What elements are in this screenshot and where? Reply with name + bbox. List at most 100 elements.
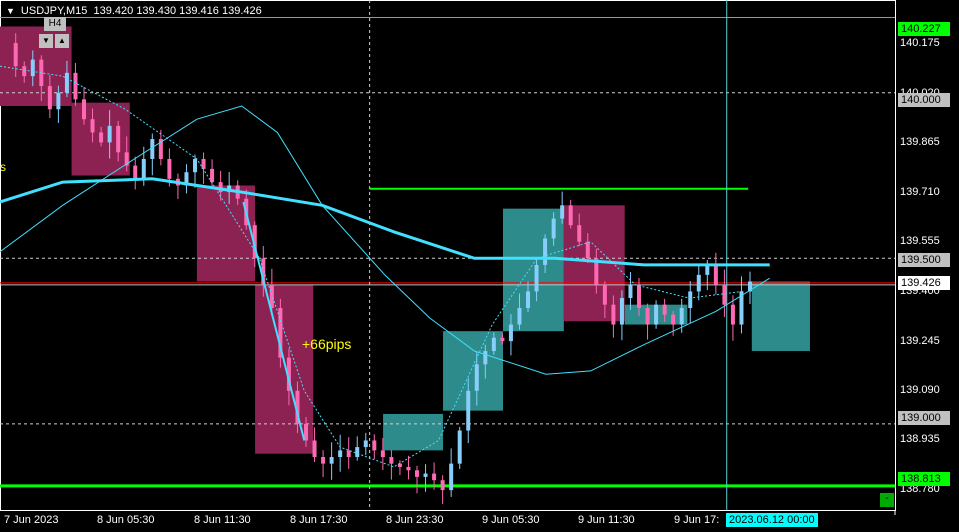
- candle-body: [338, 450, 343, 458]
- price-tag-round-139000: 139.000: [898, 411, 950, 425]
- h4-box: [383, 413, 444, 451]
- candle-body: [167, 158, 172, 179]
- time-label: 8 Jun 23:30: [386, 514, 444, 526]
- candle-body: [346, 450, 351, 458]
- timeframe-up-icon[interactable]: ▲: [55, 34, 69, 48]
- candle-body: [619, 298, 624, 325]
- candle-body: [107, 125, 112, 143]
- timeframe-down-icon[interactable]: ▼: [39, 34, 53, 48]
- time-label: 7 Jun 2023: [4, 514, 59, 526]
- candle-body: [457, 430, 462, 464]
- price-tick: 139.090: [900, 384, 940, 396]
- candle-body: [654, 304, 659, 325]
- symbol-header: ▼ USDJPY,M15 139.420 139.430 139.416 139.…: [6, 5, 262, 17]
- candle-body: [210, 168, 215, 183]
- candle-body: [483, 351, 488, 365]
- candle-body: [355, 447, 360, 458]
- candle-body: [432, 473, 437, 481]
- candle-body: [551, 218, 556, 239]
- candle-body: [99, 132, 104, 143]
- candle-body: [372, 440, 377, 451]
- price-tick: 140.175: [900, 37, 940, 49]
- price-tag-current: 139.426: [898, 276, 950, 290]
- candle-body: [560, 205, 565, 219]
- candle-body: [389, 457, 394, 464]
- candle-body: [116, 125, 121, 153]
- candle-body: [13, 43, 18, 67]
- price-tick: 139.245: [900, 335, 940, 347]
- price-tag-round-139500: 139.500: [898, 253, 950, 267]
- candle-body: [423, 473, 428, 477]
- candle-body: [312, 440, 317, 458]
- candle-body: [82, 99, 87, 120]
- candle-body: [696, 274, 701, 292]
- pips-annotation: +66pips: [302, 336, 352, 352]
- candle-body: [141, 158, 146, 179]
- left-edge-label: s: [0, 160, 6, 174]
- candle-body: [722, 284, 727, 305]
- time-label: 8 Jun 11:30: [194, 514, 251, 526]
- candle-body: [466, 390, 471, 431]
- h4-box: [751, 281, 810, 352]
- candle-body: [611, 304, 616, 325]
- candle-body: [543, 238, 548, 265]
- candle-body: [662, 304, 667, 315]
- header-high: 139.430: [136, 5, 177, 17]
- candle-body: [671, 314, 676, 325]
- time-label: 9 Jun 11:30: [578, 514, 635, 526]
- candle-body: [363, 440, 368, 448]
- candle-body: [730, 304, 735, 325]
- candle-body: [193, 158, 198, 173]
- candle-body: [500, 337, 505, 342]
- price-tick: 138.935: [900, 433, 940, 445]
- candle-body: [201, 158, 206, 169]
- chart-frame: [0, 0, 896, 511]
- candle-body: [474, 364, 479, 391]
- candle-body: [415, 470, 420, 477]
- crosshair-time-tag: 2023.06.12 00:00: [726, 513, 818, 527]
- candle-body: [90, 119, 95, 133]
- candle-body: [526, 291, 531, 308]
- candle-body: [577, 225, 582, 242]
- price-tag-green-bottom: 138.813: [898, 472, 950, 486]
- candle-body: [440, 480, 445, 491]
- price-tag-green-top: 140.227: [898, 22, 950, 36]
- timeframe-label[interactable]: H4: [44, 17, 66, 31]
- candle-body: [64, 72, 69, 93]
- header-low: 139.416: [179, 5, 219, 17]
- time-label: 8 Jun 17:30: [290, 514, 348, 526]
- candle-body: [679, 307, 684, 325]
- candle-body: [602, 284, 607, 305]
- menu-triangle-icon[interactable]: ▼: [6, 6, 15, 16]
- header-open: 139.420: [93, 5, 134, 17]
- timeframe-switcher: H4 ▼ ▲: [39, 17, 71, 48]
- price-tag-round-140000: 140.000: [898, 93, 950, 107]
- candle-body: [705, 264, 710, 275]
- time-label: 9 Jun 05:30: [482, 514, 540, 526]
- collapse-button[interactable]: -: [880, 493, 894, 507]
- candle-body: [329, 457, 334, 464]
- candle-body: [73, 72, 78, 100]
- candle-body: [30, 59, 35, 77]
- price-tick: 139.710: [900, 186, 940, 198]
- candle-body: [380, 450, 385, 458]
- candle-body: [22, 66, 27, 77]
- candle-body: [491, 337, 496, 352]
- candle-body: [321, 457, 326, 464]
- candle-body: [637, 284, 642, 308]
- candle-body: [133, 165, 138, 179]
- price-chart[interactable]: [0, 0, 959, 532]
- candle-body: [47, 86, 52, 110]
- candle-body: [534, 264, 539, 292]
- candle-body: [628, 284, 633, 299]
- candle-body: [713, 264, 718, 285]
- candle-body: [508, 324, 513, 342]
- candle-body: [406, 466, 411, 471]
- header-close: 139.426: [221, 5, 262, 17]
- time-label: 9 Jun 17:: [674, 514, 720, 526]
- candle-body: [449, 463, 454, 491]
- candle-body: [568, 205, 573, 226]
- price-tick: 139.865: [900, 136, 940, 148]
- candle-body: [688, 291, 693, 308]
- candle-body: [585, 241, 590, 259]
